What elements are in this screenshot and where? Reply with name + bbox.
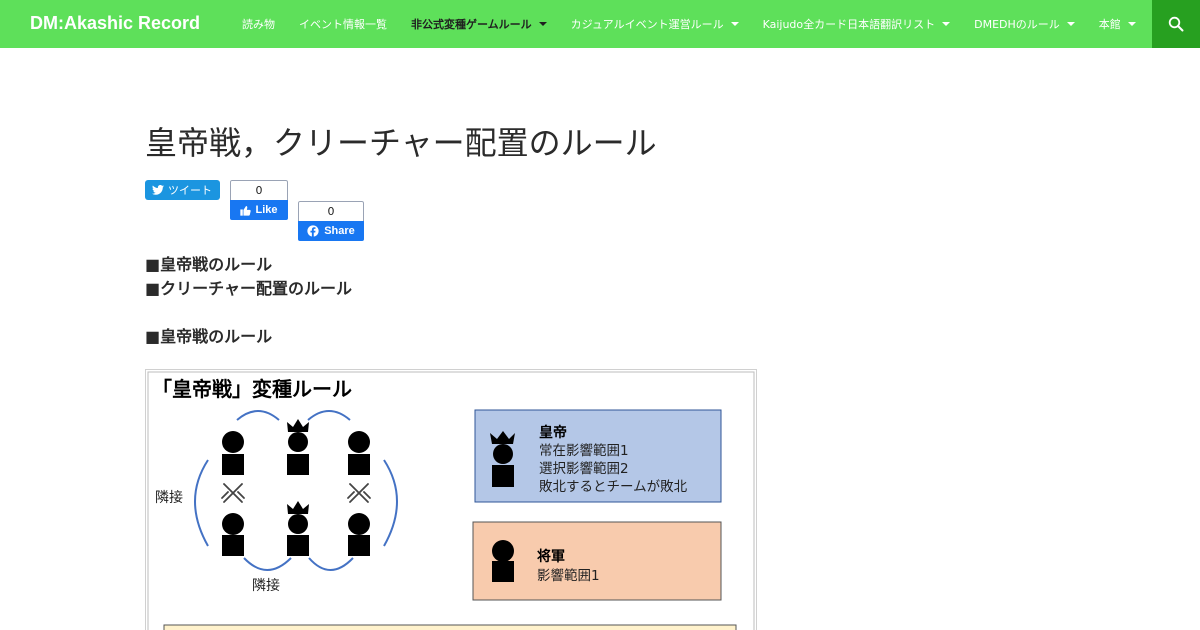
emperor-piece [287,419,309,475]
chevron-down-icon [730,22,739,26]
tweet-button-label: ツイート [168,184,212,197]
general-legend-line: 影響範囲1 [537,567,600,584]
section-heading-emperor-rules: ■皇帝戦のルール [145,327,273,346]
figure-title: 「皇帝戦」変種ルール [152,377,352,401]
next-panel-edge [163,624,737,630]
nav-item-casual-event-rules[interactable]: カジュアルイベント運営ルール [559,0,751,48]
adjacent-label-bottom: 隣接 [252,577,280,594]
emperor-legend-line: 選択影響範囲2 [539,460,629,477]
emperor-legend-box: 皇帝 常在影響範囲1 選択影響範囲2 敗北するとチームが敗北 [474,409,722,503]
nav-item-variant-rules[interactable]: 非公式変種ゲームルール [399,0,559,48]
nav-item-label: DMEDHのルール [974,18,1060,31]
tweet-button[interactable]: ツイート [145,180,220,200]
share-action: Share [298,221,364,241]
facebook-like-button[interactable]: 0 Like [230,180,288,220]
emperor-rules-figure: 「皇帝戦」変種ルール 隣接 隣接 皇帝 常在影響範囲1 選択影響範囲2 敗北する… [145,369,757,630]
primary-nav: 読み物 イベント情報一覧 非公式変種ゲームルール カジュアルイベント運営ルール … [230,0,1148,48]
general-legend-heading: 将軍 [537,548,565,565]
toc-link-creature-placement[interactable]: ■クリーチャー配置のルール [145,275,352,299]
like-count: 0 [230,180,288,200]
share-label: Share [324,225,355,237]
nav-item-label: 読み物 [242,18,275,31]
facebook-icon [307,225,319,237]
chevron-down-icon [1066,22,1075,26]
search-icon [1168,16,1184,32]
nav-item-dmedh-rules[interactable]: DMEDHのルール [962,0,1087,48]
nav-item-events[interactable]: イベント情報一覧 [287,0,399,48]
site-title-link[interactable]: DM:Akashic Record [30,13,200,34]
emperor-legend-line: 敗北するとチームが敗北 [539,479,688,495]
site-header: DM:Akashic Record 読み物 イベント情報一覧 非公式変種ゲームル… [0,0,1200,48]
emperor-legend-line: 常在影響範囲1 [539,442,629,459]
general-legend-box: 将軍 影響範囲1 [472,521,722,601]
nav-item-label: カジュアルイベント運営ルール [570,18,724,31]
twitter-bird-icon [152,185,164,195]
emperor-piece [287,501,309,556]
adjacent-label-side: 隣接 [155,489,183,506]
share-count: 0 [298,201,364,221]
page-title: 皇帝戦，クリーチャー配置のルール [145,124,657,162]
chevron-down-icon [942,22,951,26]
search-toggle-button[interactable] [1152,0,1200,48]
thumbs-up-icon [240,205,252,216]
like-action: Like [230,200,288,220]
nav-item-kaijudo-list[interactable]: Kaijudo全カード日本語翻訳リスト [751,0,963,48]
chevron-down-icon [1127,22,1136,26]
like-label: Like [255,204,278,216]
nav-item-honkan[interactable]: 本館 [1087,0,1148,48]
nav-item-label: 非公式変種ゲームルール [411,18,532,31]
nav-item-label: 本館 [1098,18,1121,31]
nav-item-label: Kaijudo全カード日本語翻訳リスト [762,18,936,31]
facebook-share-button[interactable]: 0 Share [298,201,364,241]
toc-link-emperor-rules[interactable]: ■皇帝戦のルール [145,251,272,275]
chevron-down-icon [538,22,547,26]
emperor-legend-heading: 皇帝 [539,424,567,441]
nav-item-yomimono[interactable]: 読み物 [230,0,287,48]
nav-item-label: イベント情報一覧 [299,18,387,31]
